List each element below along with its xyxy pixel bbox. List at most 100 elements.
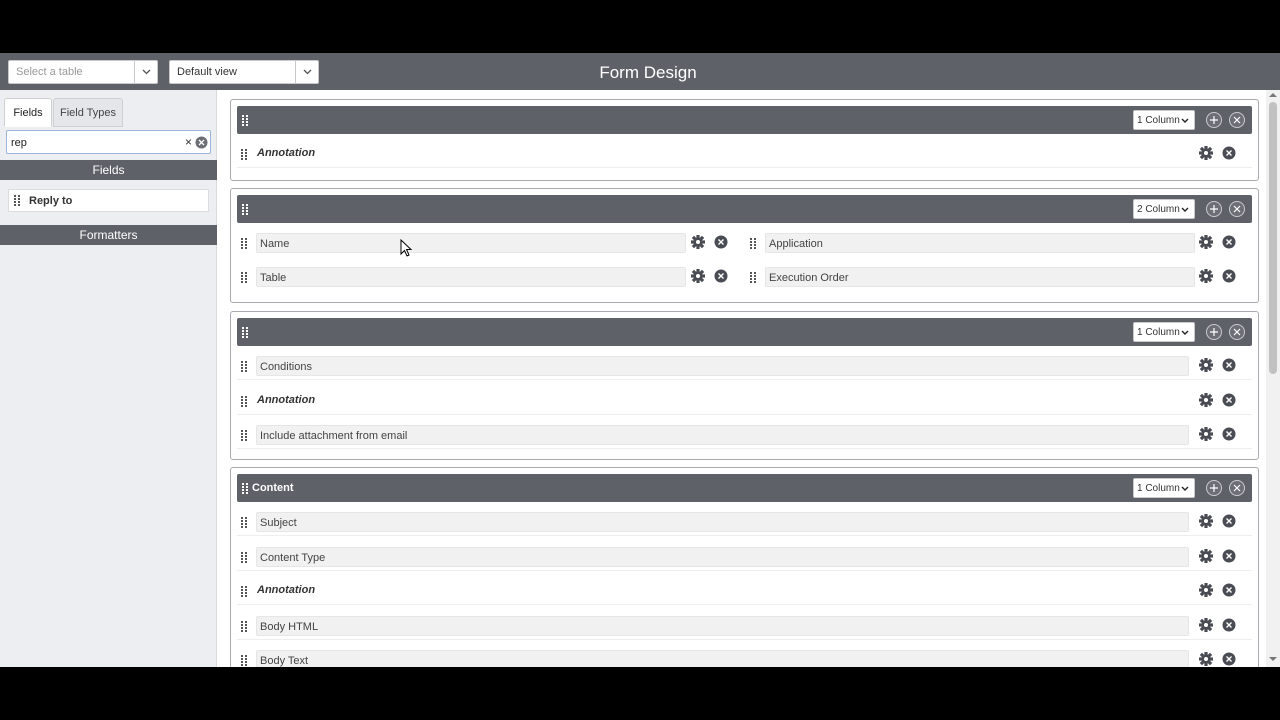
gear-icon[interactable] xyxy=(1199,392,1213,407)
field-label-box: Subject xyxy=(256,512,1189,532)
section-title: Content xyxy=(252,482,294,494)
form-field-row[interactable]: Body Text xyxy=(237,646,1252,667)
add-section-button[interactable] xyxy=(1206,480,1222,496)
drag-handle-icon[interactable] xyxy=(14,195,20,206)
drag-handle-icon[interactable] xyxy=(241,430,247,441)
field-search-input[interactable]: rep × xyxy=(6,130,211,154)
section-header[interactable]: Content 1 Column xyxy=(237,474,1252,502)
gear-icon[interactable] xyxy=(691,269,705,283)
form-field-row[interactable]: Subject xyxy=(237,508,1252,536)
gear-icon[interactable] xyxy=(1199,652,1213,666)
column-count-select[interactable]: 2 Column xyxy=(1133,199,1195,219)
drag-handle-icon[interactable] xyxy=(241,395,247,407)
delete-section-button[interactable] xyxy=(1229,480,1245,496)
form-field-row[interactable]: Annotation xyxy=(237,140,1252,168)
close-circle-icon[interactable] xyxy=(1222,583,1236,597)
gear-icon[interactable] xyxy=(1199,146,1213,160)
annotation-label: Annotation xyxy=(257,393,316,406)
close-circle-icon[interactable] xyxy=(1222,235,1236,249)
close-circle-icon[interactable] xyxy=(1222,618,1236,632)
form-field-row[interactable]: Table xyxy=(237,263,737,291)
plus-icon xyxy=(1210,328,1218,336)
delete-section-button[interactable] xyxy=(1229,324,1245,340)
column-count-select[interactable]: 1 Column xyxy=(1133,110,1195,130)
form-field-row[interactable]: Execution Order xyxy=(746,263,1252,291)
tab-field-types[interactable]: Field Types xyxy=(53,98,123,127)
drag-handle-icon[interactable] xyxy=(241,272,247,283)
column-count-value: 1 Column xyxy=(1137,115,1180,126)
column-count-select[interactable]: 1 Column xyxy=(1133,322,1195,342)
annotation-label: Annotation xyxy=(257,584,316,596)
drag-handle-icon[interactable] xyxy=(242,327,248,338)
form-field-row[interactable]: Name xyxy=(237,229,737,257)
gear-icon[interactable] xyxy=(1199,617,1213,632)
drag-handle-icon[interactable] xyxy=(241,586,247,597)
close-circle-icon[interactable] xyxy=(1222,358,1236,372)
close-circle-icon[interactable] xyxy=(1222,427,1236,441)
close-circle-icon[interactable] xyxy=(714,269,728,283)
form-field-row[interactable]: Body HTML xyxy=(237,612,1252,640)
drag-handle-icon[interactable] xyxy=(241,238,247,249)
close-circle-icon[interactable] xyxy=(1222,514,1236,528)
delete-section-button[interactable] xyxy=(1229,201,1245,217)
add-section-button[interactable] xyxy=(1206,201,1222,217)
form-field-row[interactable]: Annotation xyxy=(237,577,1252,605)
add-section-button[interactable] xyxy=(1206,112,1222,128)
scroll-down-icon[interactable] xyxy=(1269,656,1277,662)
vertical-scrollbar[interactable] xyxy=(1266,90,1280,667)
drag-handle-icon[interactable] xyxy=(750,238,756,249)
form-field-row[interactable]: Include attachment from email xyxy=(237,421,1252,449)
close-circle-icon[interactable] xyxy=(1222,549,1236,563)
column-count-select[interactable]: 1 Column xyxy=(1133,478,1195,498)
chevron-down-icon xyxy=(1181,207,1189,212)
drag-handle-icon[interactable] xyxy=(241,551,247,563)
delete-section-button[interactable] xyxy=(1229,112,1245,128)
section-header[interactable]: 2 Column xyxy=(237,195,1252,223)
form-field-row[interactable]: Annotation xyxy=(237,387,1252,415)
field-list-item[interactable]: Reply to xyxy=(8,189,209,212)
scroll-up-icon[interactable] xyxy=(1269,92,1277,98)
drag-handle-icon[interactable] xyxy=(241,620,247,632)
section-header[interactable]: 1 Column xyxy=(237,106,1252,134)
scrollbar-thumb[interactable] xyxy=(1269,102,1277,374)
field-label-box: Execution Order xyxy=(765,267,1195,287)
close-circle-icon[interactable] xyxy=(1222,269,1236,283)
gear-icon[interactable] xyxy=(691,235,705,249)
formatters-section-header[interactable]: Formatters xyxy=(0,225,217,245)
form-field-row[interactable]: Content Type xyxy=(237,543,1252,571)
gear-icon[interactable] xyxy=(1199,514,1213,528)
drag-handle-icon[interactable] xyxy=(242,115,248,126)
gear-icon[interactable] xyxy=(1199,548,1213,563)
drag-handle-icon[interactable] xyxy=(241,361,247,372)
close-circle-icon[interactable] xyxy=(714,235,728,249)
plus-icon xyxy=(1210,484,1218,492)
drag-handle-icon[interactable] xyxy=(241,149,247,160)
close-icon xyxy=(1233,205,1241,213)
close-circle-icon[interactable] xyxy=(1222,393,1236,407)
gear-icon[interactable] xyxy=(1199,358,1213,372)
chevron-down-icon xyxy=(1181,330,1189,335)
tab-fields[interactable]: Fields xyxy=(4,98,52,127)
clear-icon[interactable]: × xyxy=(185,135,192,149)
form-section: 1 Column Annotation xyxy=(230,99,1259,181)
drag-handle-icon[interactable] xyxy=(241,517,247,528)
add-section-button[interactable] xyxy=(1206,324,1222,340)
gear-icon[interactable] xyxy=(1199,235,1213,249)
form-field-row[interactable]: Application xyxy=(746,229,1252,257)
gear-icon[interactable] xyxy=(1199,583,1213,597)
section-header[interactable]: 1 Column xyxy=(237,318,1252,346)
drag-handle-icon[interactable] xyxy=(242,204,248,215)
field-label-box: Name xyxy=(256,233,686,253)
drag-handle-icon[interactable] xyxy=(241,655,247,666)
close-circle-icon[interactable] xyxy=(195,136,208,149)
field-label-box: Content Type xyxy=(256,546,1189,567)
close-circle-icon[interactable] xyxy=(1222,146,1236,160)
drag-handle-icon[interactable] xyxy=(750,272,756,283)
top-toolbar: Select a table Default view Form Design xyxy=(0,53,1280,90)
drag-handle-icon[interactable] xyxy=(242,483,248,494)
gear-icon[interactable] xyxy=(1199,269,1213,283)
form-field-row[interactable]: Conditions xyxy=(237,352,1252,380)
search-input-value: rep xyxy=(11,137,27,149)
gear-icon[interactable] xyxy=(1199,427,1213,441)
close-circle-icon[interactable] xyxy=(1222,652,1236,666)
